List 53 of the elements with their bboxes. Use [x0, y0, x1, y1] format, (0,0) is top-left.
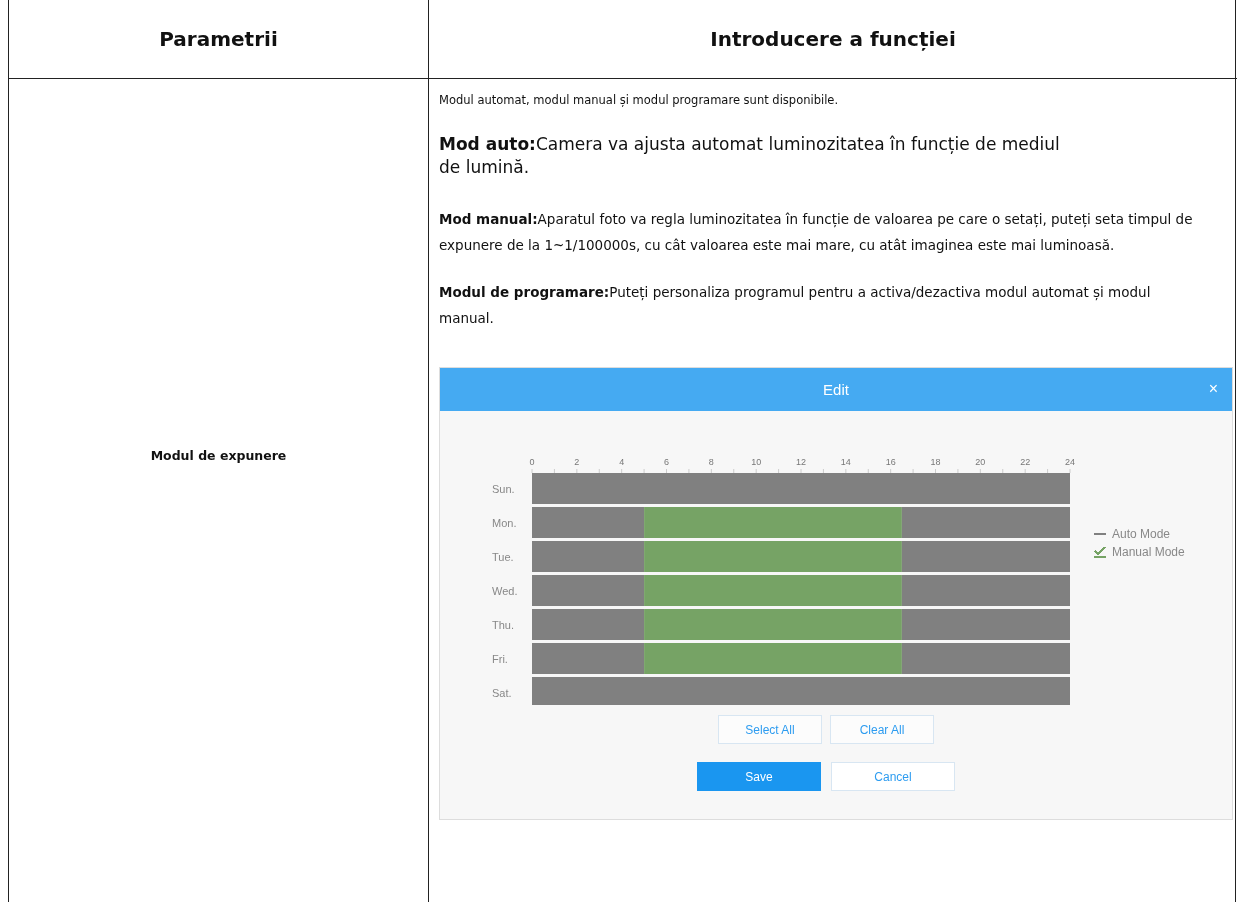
description-text: Modul automat, modul manual și modul programare sunt disponibile.: [439, 93, 840, 107]
tick-label: 6: [664, 457, 669, 468]
schedule-bar[interactable]: [901, 541, 1070, 573]
column-header: Introducere a funcției: [428, 0, 1237, 79]
description-text: Modul de programare:Puteți personaliza programul pentru a activa/dezactiva modul automat și modul manual.: [439, 283, 1152, 328]
legend-label: Manual Mode: [1112, 545, 1185, 560]
description-text: Mod manual:Aparatul foto va regla luminozitatea în funcție de valoarea pe care o setați, puteți seta timpul de expunere de la 1~1/100000s, cu cât valoarea este mai mare, cu atât imaginea este mai luminoasă.: [439, 209, 1194, 255]
schedule-bar[interactable]: [532, 541, 645, 573]
tick-label: 22: [1020, 457, 1031, 468]
select-all-button[interactable]: Select All: [718, 715, 822, 745]
tick-label: 20: [975, 457, 986, 468]
schedule-bar[interactable]: [532, 575, 645, 607]
tick-label: 16: [885, 457, 896, 468]
schedule-bar[interactable]: [644, 575, 902, 607]
save-button[interactable]: Save: [697, 762, 821, 792]
day-label: Wed.: [492, 584, 518, 597]
schedule-bar[interactable]: [532, 507, 645, 539]
schedule-bar[interactable]: [901, 643, 1070, 675]
tick-label: 10: [751, 457, 762, 468]
tick-label: 12: [796, 457, 806, 468]
check-icon: [1094, 546, 1106, 558]
clear-all-button[interactable]: Clear All: [830, 715, 934, 745]
day-label: Sat.: [492, 686, 512, 699]
day-label: Sun.: [492, 482, 515, 495]
tick-label: 0: [529, 457, 535, 468]
dialog-title: Edit: [823, 381, 849, 399]
day-label: Tue.: [492, 550, 514, 563]
tick-label: 2: [574, 457, 580, 468]
column-header: Parametrii: [9, 0, 428, 79]
day-label: Mon.: [492, 516, 517, 529]
schedule-bar[interactable]: [644, 507, 902, 539]
schedule-bar[interactable]: [644, 609, 902, 641]
close-icon[interactable]: ×: [1208, 380, 1218, 399]
schedule-bar[interactable]: [532, 473, 1070, 505]
tick-label: 24: [1065, 457, 1075, 468]
schedule-bar[interactable]: [532, 677, 1070, 706]
schedule-bar[interactable]: [644, 541, 902, 573]
tick-label: 4: [619, 457, 625, 468]
tick-label: 8: [708, 457, 714, 468]
tick-label: 18: [930, 457, 941, 468]
schedule-bar[interactable]: [901, 575, 1070, 607]
day-label: Fri.: [492, 652, 508, 665]
tick-label: 14: [840, 457, 851, 468]
day-label: Thu.: [492, 618, 514, 631]
legend-label: Auto Mode: [1112, 527, 1171, 542]
schedule-bar[interactable]: [644, 643, 902, 675]
parameter-name: Modul de expunere: [150, 448, 287, 463]
schedule-bar[interactable]: [532, 643, 645, 675]
schedule-bar[interactable]: [532, 609, 645, 641]
description-text: Mod auto:Camera va ajusta automat luminozitatea în funcție de mediul de lumină.: [439, 133, 1061, 179]
cancel-button[interactable]: Cancel: [831, 762, 955, 792]
schedule-bar[interactable]: [901, 507, 1070, 539]
schedule-bar[interactable]: [901, 609, 1070, 641]
